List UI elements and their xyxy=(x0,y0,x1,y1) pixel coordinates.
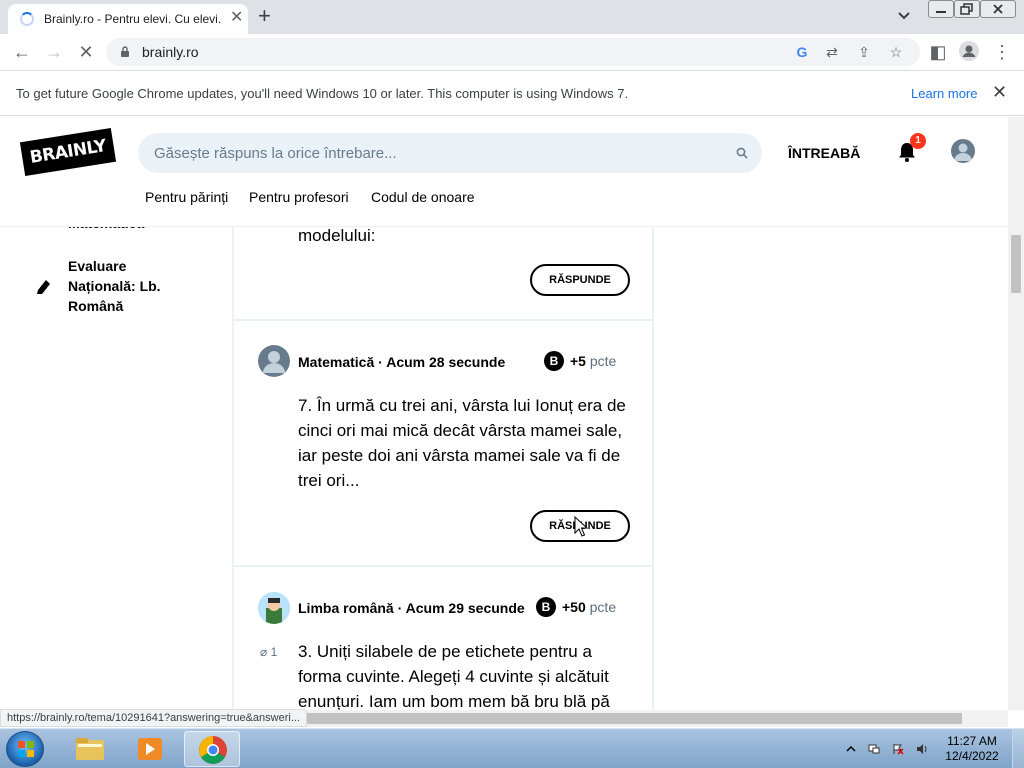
meta-separator: · xyxy=(397,600,403,616)
windows-taskbar: 11:27 AM 12/4/2022 xyxy=(0,728,1024,768)
share-icon[interactable]: ⇪ xyxy=(856,44,872,60)
brainly-points-icon: B xyxy=(536,597,556,617)
screen: Brainly.ro - Pentru elevi. Cu elevi. ✕ +… xyxy=(0,0,1024,768)
points-badge: B +50 pcte xyxy=(536,597,616,617)
mouse-cursor-icon xyxy=(574,516,588,537)
question-meta: Matematică · Acum 28 secunde xyxy=(298,354,505,370)
card-divider xyxy=(234,319,652,321)
card-divider xyxy=(234,565,652,567)
network-icon[interactable] xyxy=(868,743,880,755)
show-desktop-button[interactable] xyxy=(1012,729,1024,768)
info-bar-close-icon[interactable]: ✕ xyxy=(992,83,1007,101)
windows-start-button[interactable] xyxy=(6,731,44,767)
subject-label[interactable]: Matematică xyxy=(298,354,374,370)
close-window-button[interactable] xyxy=(980,0,1016,18)
browser-tab-strip: Brainly.ro - Pentru elevi. Cu elevi. ✕ + xyxy=(0,0,1024,34)
search-icon[interactable] xyxy=(736,147,748,159)
profile-icon[interactable] xyxy=(958,40,979,61)
brainly-header: BRAINLY ÎNTREABĂ 1 Pentru părinți Pentru… xyxy=(0,117,1008,227)
clock-time: 11:27 AM xyxy=(947,734,997,748)
update-info-bar: To get future Google Chrome updates, you… xyxy=(0,72,1024,116)
volume-icon[interactable] xyxy=(916,743,928,755)
points-unit: pcte xyxy=(589,599,617,615)
forward-arrow-icon[interactable]: → xyxy=(44,42,64,62)
ask-question-link[interactable]: ÎNTREABĂ xyxy=(788,145,860,161)
sidebar-item-evaluare-nationala[interactable]: Evaluare Națională: Lb. Română xyxy=(68,256,188,316)
chrome-icon xyxy=(199,736,227,764)
google-lens-icon[interactable]: G xyxy=(794,44,810,60)
loading-spinner-icon xyxy=(20,12,34,26)
points-value: +5 xyxy=(570,353,586,369)
folder-icon xyxy=(76,738,104,760)
translate-icon[interactable]: ⇄ xyxy=(824,44,840,60)
link-status-bar: https://brainly.ro/tema/10291641?answeri… xyxy=(0,709,307,727)
info-bar-message: To get future Google Chrome updates, you… xyxy=(16,86,629,101)
url-text: brainly.ro xyxy=(142,44,199,60)
lock-icon xyxy=(121,46,129,57)
back-arrow-icon[interactable]: ← xyxy=(12,42,32,62)
user-avatar[interactable] xyxy=(951,139,975,163)
menu-kebab-icon[interactable]: ⋮ xyxy=(992,42,1012,62)
minimize-window-button[interactable] xyxy=(928,0,954,18)
brainly-logo[interactable]: BRAINLY xyxy=(19,128,117,176)
action-center-flag-icon[interactable] xyxy=(892,743,904,755)
tab-search-chevron-icon[interactable] xyxy=(896,9,912,23)
stop-loading-icon[interactable]: ✕ xyxy=(76,42,96,62)
points-badge: B +5 pcte xyxy=(544,351,616,371)
learn-more-link[interactable]: Learn more xyxy=(911,86,977,101)
points-unit: pcte xyxy=(589,353,617,369)
subnav-parents-link[interactable]: Pentru părinți xyxy=(145,189,228,205)
side-panel-icon[interactable]: ◧ xyxy=(928,42,948,62)
time-label: Acum 29 secunde xyxy=(405,600,525,616)
paperclip-icon: ⌀ xyxy=(260,645,268,659)
taskbar-clock[interactable]: 11:27 AM 12/4/2022 xyxy=(940,734,1004,764)
tab-close-icon[interactable]: ✕ xyxy=(230,10,243,26)
question-text[interactable]: 3. Uniți silabele de pe etichete pentru … xyxy=(298,639,634,710)
vertical-scroll-thumb[interactable] xyxy=(1011,235,1021,293)
bookmark-star-icon[interactable]: ☆ xyxy=(888,44,904,60)
question-meta: Limba română · Acum 29 secunde xyxy=(298,600,525,616)
points-value: +50 xyxy=(562,599,586,615)
show-hidden-icons-chevron-icon[interactable] xyxy=(845,743,857,755)
question-text[interactable]: 7. În urmă cu trei ani, vârsta lui Ionuț… xyxy=(298,393,634,493)
brainly-points-icon: B xyxy=(544,351,564,371)
pencil-icon xyxy=(37,280,50,294)
tab-title: Brainly.ro - Pentru elevi. Cu elevi. xyxy=(44,12,222,26)
search-box xyxy=(138,133,762,173)
media-player-icon xyxy=(138,738,162,760)
browser-tab[interactable]: Brainly.ro - Pentru elevi. Cu elevi. ✕ xyxy=(8,4,248,34)
notification-badge: 1 xyxy=(910,133,926,149)
page-viewport: Matematică Evaluare Națională: Lb. Român… xyxy=(0,117,1008,710)
browser-toolbar: ← → ✕ brainly.ro G ⇄ ⇪ ☆ ◧ ⋮ xyxy=(0,34,1024,71)
vertical-scrollbar[interactable] xyxy=(1008,117,1024,710)
time-label: Acum 28 secunde xyxy=(386,354,506,370)
logo-text: BRAINLY xyxy=(28,136,108,168)
attachment-indicator: ⌀ 1 xyxy=(260,645,277,659)
search-input[interactable] xyxy=(154,143,714,163)
avatar[interactable] xyxy=(258,592,290,624)
taskbar-chrome[interactable] xyxy=(184,731,240,767)
answer-button[interactable]: RĂSPUNDE xyxy=(530,264,630,296)
attachment-count: 1 xyxy=(270,645,278,659)
clock-date: 12/4/2022 xyxy=(945,749,999,763)
subnav-honor-code-link[interactable]: Codul de onoare xyxy=(371,189,475,205)
taskbar-media-player[interactable] xyxy=(122,731,178,767)
subject-label[interactable]: Limba română xyxy=(298,600,394,616)
restore-window-button[interactable] xyxy=(954,0,980,18)
address-bar[interactable]: brainly.ro G ⇄ ⇪ ☆ xyxy=(106,38,920,66)
new-tab-plus-icon[interactable]: + xyxy=(258,5,271,27)
taskbar-explorer[interactable] xyxy=(62,731,118,767)
subnav-teachers-link[interactable]: Pentru profesori xyxy=(249,189,349,205)
avatar[interactable] xyxy=(258,345,290,377)
meta-separator: · xyxy=(378,354,383,370)
